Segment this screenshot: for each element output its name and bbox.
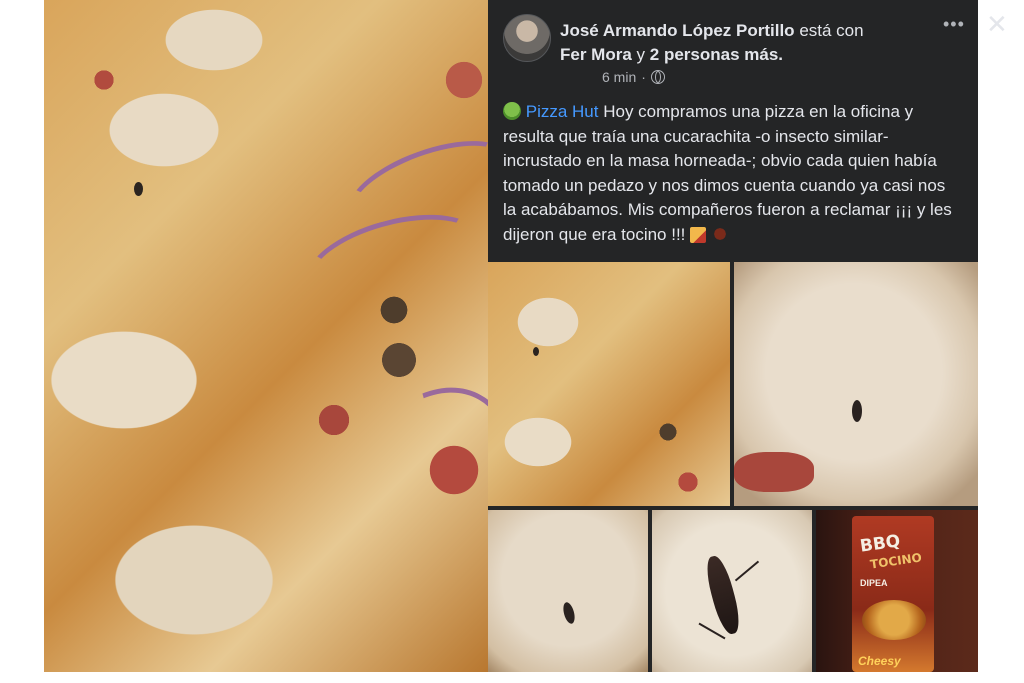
insect-closeup — [561, 601, 577, 625]
insect-mark — [134, 182, 143, 196]
avatar[interactable] — [503, 14, 551, 62]
post-caption: Pizza Hut Hoy compramos una pizza en la … — [503, 100, 963, 247]
more-options-button[interactable]: ••• — [943, 14, 965, 35]
author-name[interactable]: José Armando López Portillo — [560, 21, 795, 40]
package-title: BBQ — [858, 531, 902, 557]
package-cheesy: Cheesy — [858, 654, 901, 668]
insect-leg — [698, 622, 726, 640]
close-button[interactable]: ✕ — [986, 10, 1008, 38]
and-text: y — [636, 45, 646, 64]
photo-thumbnail[interactable] — [488, 510, 648, 672]
caption-text: Hoy compramos una pizza en la oficina y … — [503, 102, 952, 244]
main-photo[interactable] — [44, 0, 488, 672]
page-mention-link[interactable]: Pizza Hut — [526, 102, 599, 121]
nauseated-face-icon — [503, 102, 521, 120]
post-header: José Armando López Portillo está con — [560, 20, 864, 42]
package-pizza-image — [862, 600, 926, 640]
globe-icon — [650, 70, 665, 84]
pizza-box-package: BBQ TOCINO DIPEA Cheesy — [852, 516, 934, 672]
post-meta: 6 min · — [602, 69, 665, 85]
photo-thumbnail[interactable] — [652, 510, 812, 672]
photo-thumbnail[interactable]: BBQ TOCINO DIPEA Cheesy — [816, 510, 978, 672]
insect-mark — [533, 347, 539, 356]
insect-large-closeup — [702, 553, 744, 637]
others-link[interactable]: 2 personas más. — [650, 45, 783, 64]
meta-separator: · — [641, 69, 646, 85]
post-time[interactable]: 6 min — [602, 69, 636, 85]
package-dip: DIPEA — [860, 578, 888, 588]
pizza-icon — [690, 226, 707, 243]
insect-closeup — [852, 400, 862, 422]
photo-thumbnail[interactable] — [488, 262, 730, 506]
insect-leg — [734, 560, 760, 582]
onion-slice — [297, 355, 488, 635]
post-header-tagged: Fer Mora y 2 personas más. — [560, 44, 783, 66]
tagged-person[interactable]: Fer Mora — [560, 45, 632, 64]
with-text: está con — [799, 21, 864, 40]
ham-piece — [734, 452, 814, 492]
cockroach-icon — [710, 224, 729, 243]
photo-thumbnail[interactable] — [734, 262, 978, 506]
